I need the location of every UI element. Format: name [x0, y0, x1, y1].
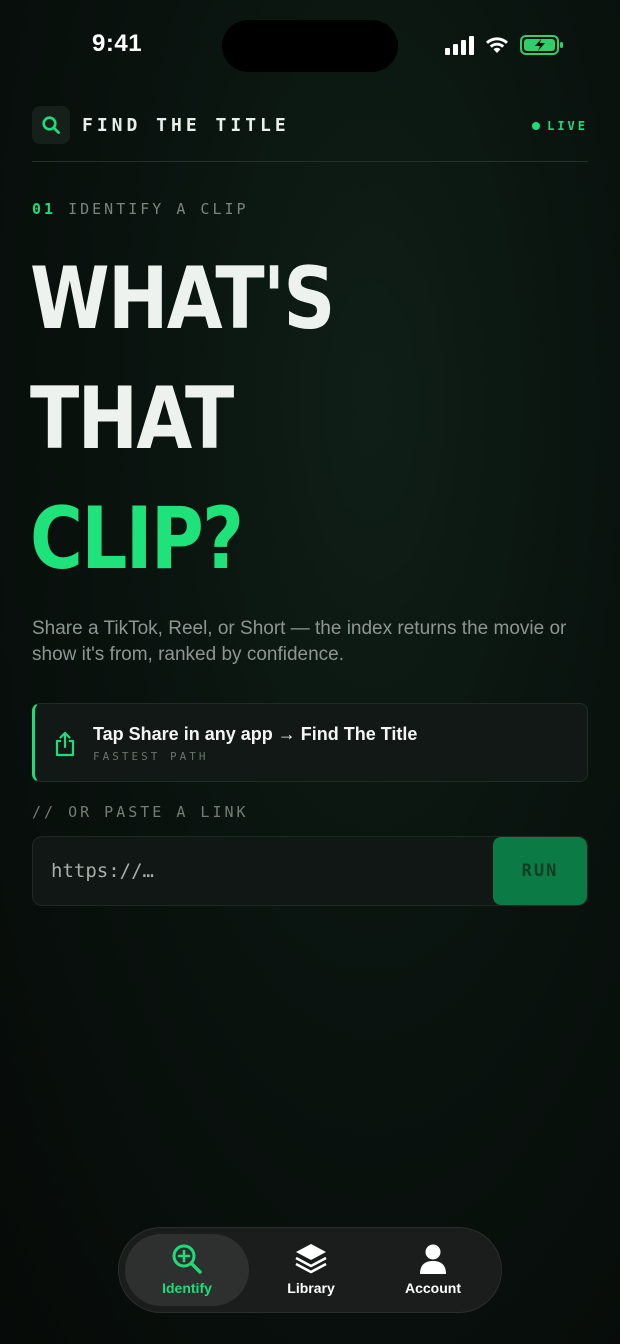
status-icons: [445, 34, 564, 56]
run-button[interactable]: RUN: [493, 837, 587, 905]
status-bar: 9:41: [0, 0, 620, 92]
tab-identify[interactable]: Identify: [125, 1234, 249, 1306]
app-header: FIND THE TITLE LIVE: [32, 106, 588, 146]
tab-library-label: Library: [287, 1280, 335, 1296]
step-number: 01: [32, 200, 57, 218]
dynamic-island: [222, 20, 398, 72]
tab-identify-label: Identify: [162, 1280, 212, 1296]
header-divider: [32, 161, 588, 162]
wifi-icon: [486, 37, 508, 53]
cellular-signal-icon: [445, 35, 474, 55]
live-indicator: LIVE: [532, 119, 588, 133]
headline-line-3: CLIP?: [30, 489, 244, 589]
tab-library[interactable]: Library: [249, 1234, 373, 1306]
paste-link-label: // OR PASTE A LINK: [32, 803, 249, 821]
live-dot-icon: [532, 122, 541, 130]
live-label: LIVE: [547, 119, 588, 133]
share-instruction-card[interactable]: Tap Share in any app → Find The Title FA…: [32, 703, 588, 782]
tab-account[interactable]: Account: [371, 1234, 495, 1306]
link-input-group: RUN: [32, 836, 588, 906]
share-card-subtitle: FASTEST PATH: [93, 750, 209, 763]
share-icon: [55, 731, 75, 757]
hero-subtitle: Share a TikTok, Reel, or Short — the ind…: [32, 618, 567, 665]
link-input[interactable]: [33, 837, 495, 905]
step-text: IDENTIFY A CLIP: [68, 200, 249, 218]
share-card-title: Tap Share in any app → Find The Title: [93, 724, 418, 744]
search-button[interactable]: [32, 106, 70, 144]
battery-charging-icon: [520, 35, 563, 55]
library-icon: [295, 1244, 327, 1274]
tab-account-label: Account: [405, 1280, 461, 1296]
bottom-tab-bar: Identify Library Account: [118, 1227, 502, 1313]
status-time: 9:41: [92, 30, 143, 57]
app-title: FIND THE TITLE: [82, 115, 290, 136]
headline-line-1: WHAT'S: [30, 249, 335, 349]
identify-icon: [172, 1244, 202, 1274]
account-icon: [420, 1244, 446, 1274]
headline-line-2: THAT: [30, 369, 234, 469]
search-icon: [42, 116, 60, 134]
step-label: 01 IDENTIFY A CLIP: [32, 200, 249, 218]
